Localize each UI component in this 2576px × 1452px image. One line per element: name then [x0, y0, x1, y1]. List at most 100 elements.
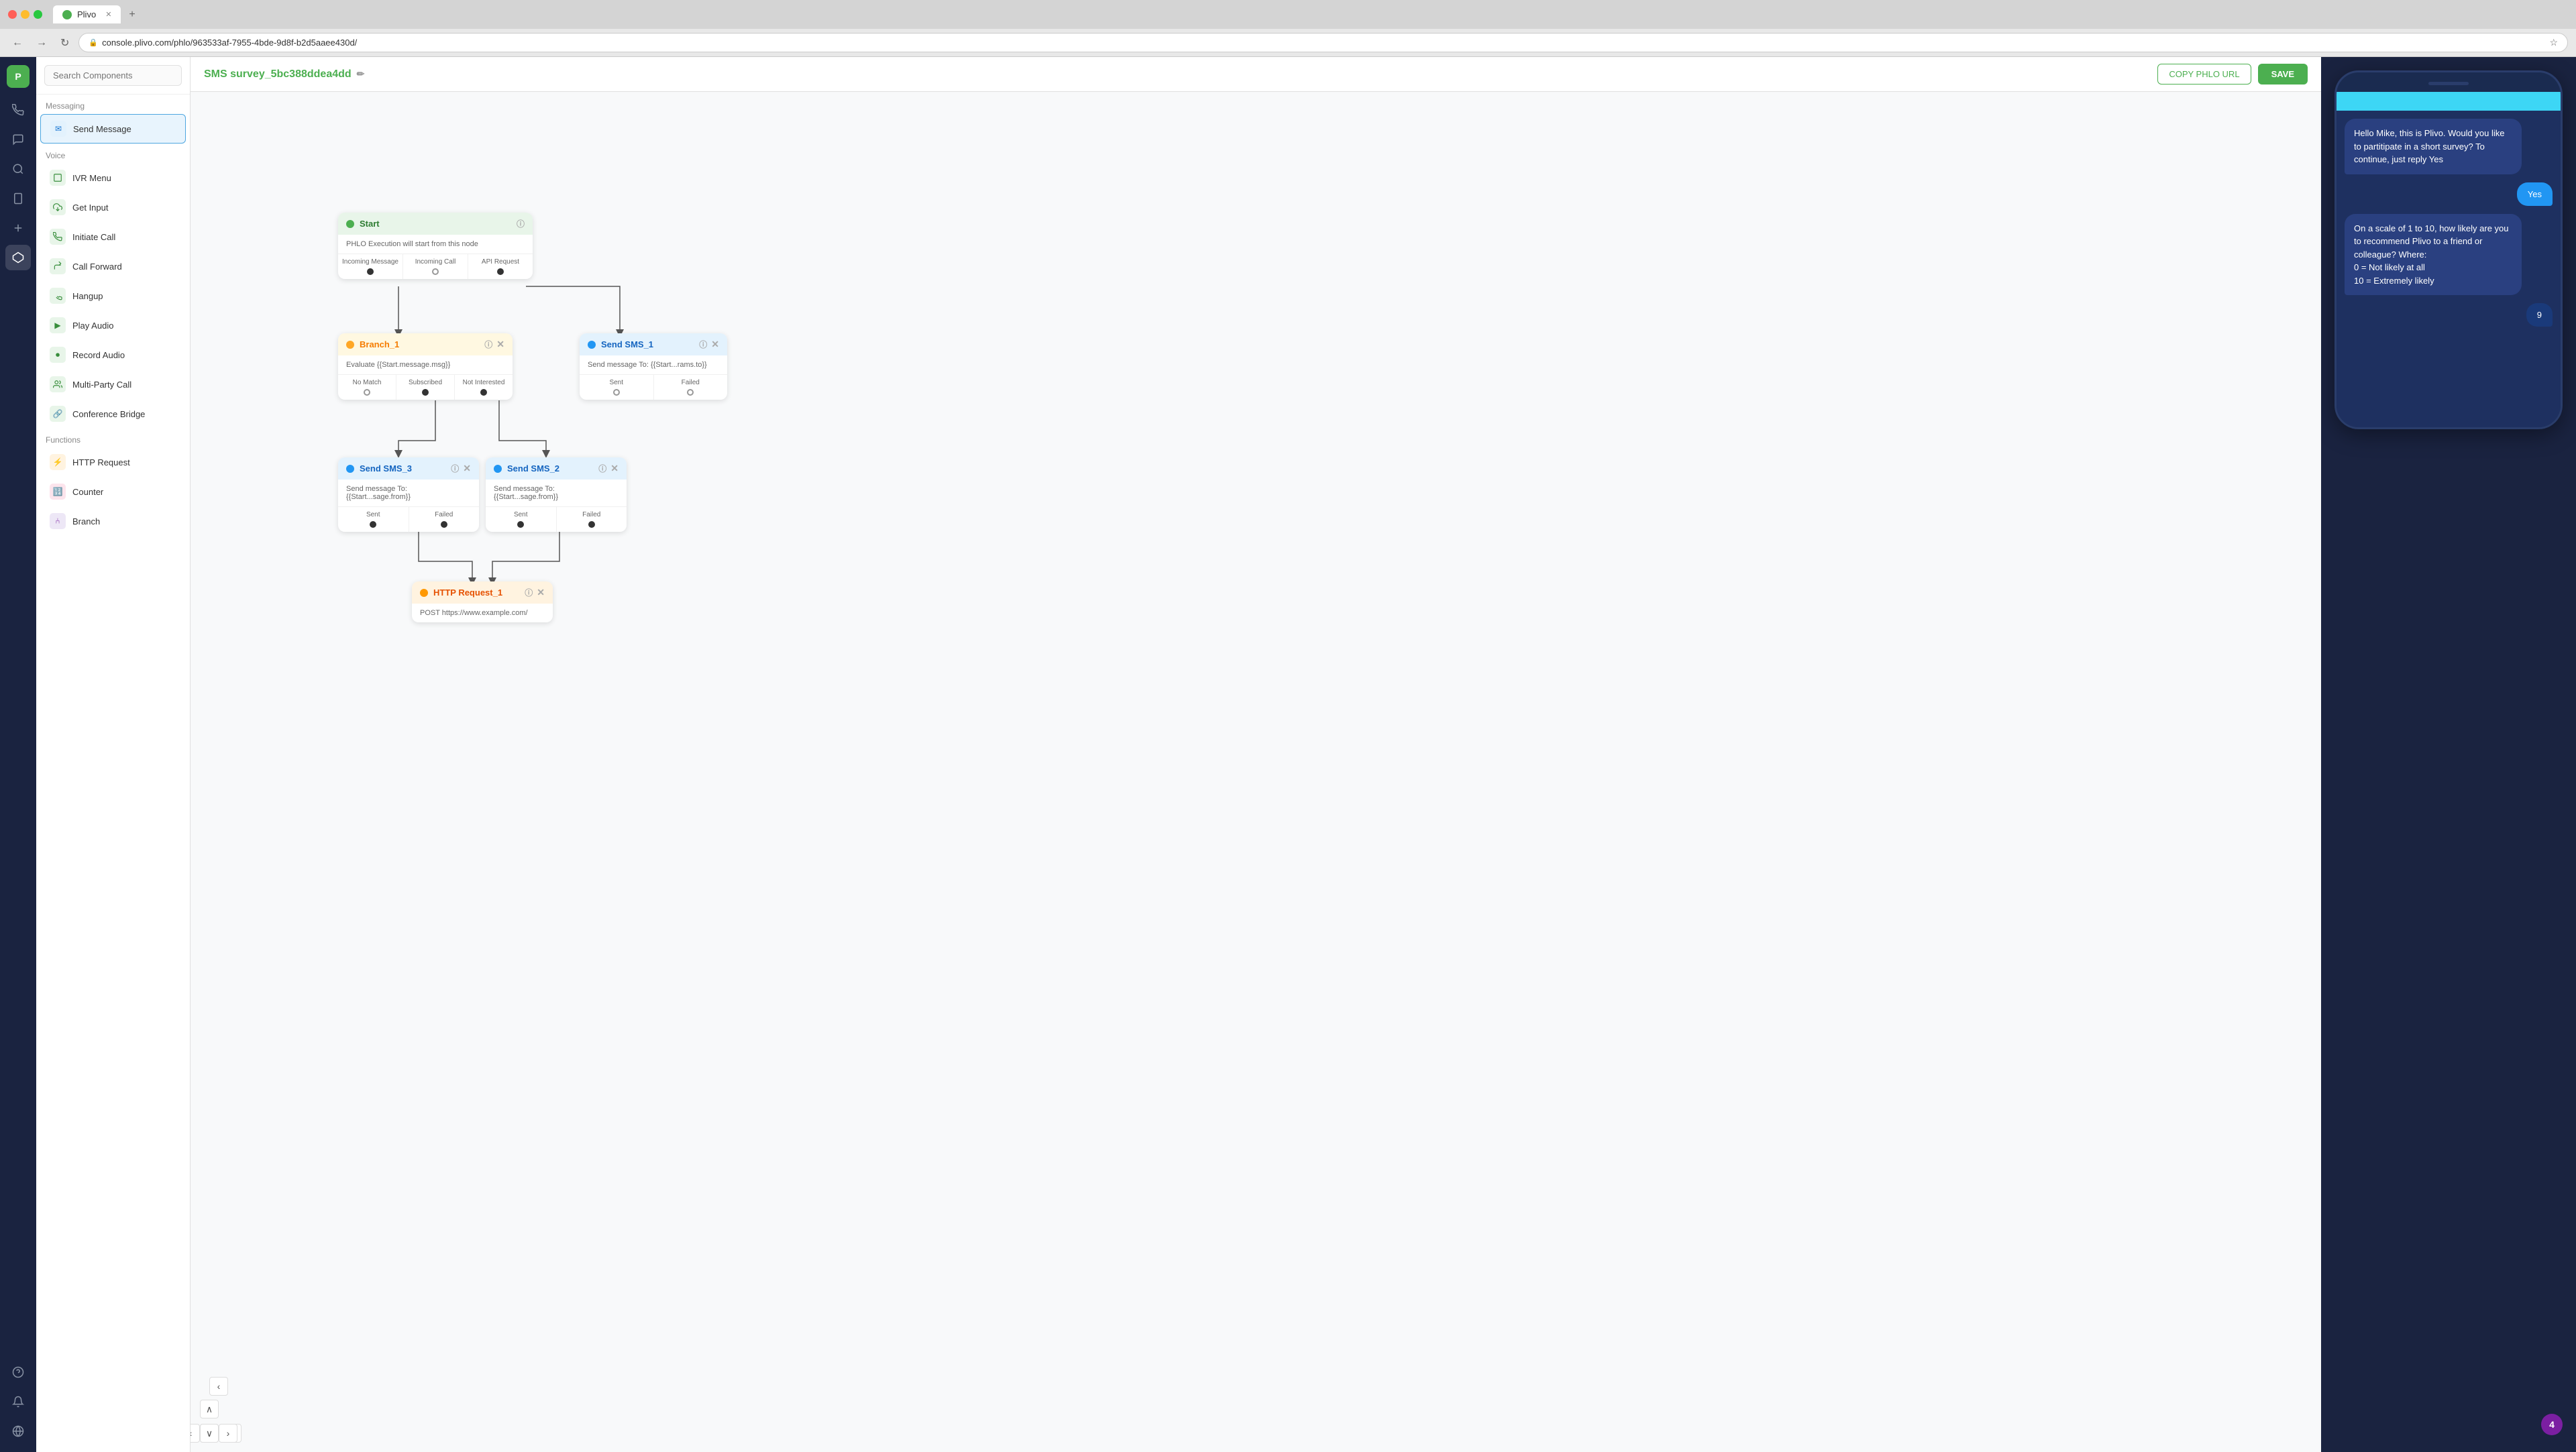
port-sms-2-failed[interactable]: Failed — [557, 507, 627, 532]
port-sms-3-sent-label: Sent — [366, 511, 380, 518]
component-send-message[interactable]: ✉ Send Message — [40, 114, 186, 144]
chat-message-3-text: On a scale of 1 to 10, how likely are yo… — [2354, 223, 2509, 286]
notification-badge-count: 4 — [2549, 1419, 2555, 1430]
sidebar-item-help[interactable] — [5, 1359, 31, 1385]
node-send-sms-1[interactable]: Send SMS_1 ⓘ ✕ Send message To: {{Start.… — [580, 333, 727, 400]
port-subscribed[interactable]: Subscribed — [396, 375, 455, 400]
send-sms-3-body: Send message To: {{Start...sage.from}} — [338, 480, 479, 506]
branch-1-info-icon[interactable]: ⓘ — [484, 339, 492, 350]
app-container: P Messaging — [0, 57, 2576, 1452]
sidebar-item-search[interactable] — [5, 156, 31, 182]
component-hangup[interactable]: Hangup — [40, 282, 186, 310]
send-sms-3-info-icon[interactable]: ⓘ — [451, 463, 459, 474]
sidebar-item-sms[interactable] — [5, 186, 31, 211]
component-multi-party-call[interactable]: Multi-Party Call — [40, 370, 186, 398]
port-api-request[interactable]: API Request — [468, 254, 533, 279]
sidebar-item-globe[interactable] — [5, 1418, 31, 1444]
sidebar-item-messages[interactable] — [5, 127, 31, 152]
nav-right-2-button[interactable]: › — [219, 1424, 237, 1443]
initiate-call-icon — [50, 229, 66, 245]
sidebar-item-phone[interactable] — [5, 97, 31, 123]
http-request-1-close-icon[interactable]: ✕ — [537, 587, 545, 598]
record-audio-icon: ⏺ — [50, 347, 66, 363]
browser-tab[interactable]: Plivo ✕ — [53, 5, 121, 23]
node-branch-1[interactable]: Branch_1 ⓘ ✕ Evaluate {{Start.message.ms… — [338, 333, 513, 400]
copy-url-button[interactable]: COPY PHLO URL — [2157, 64, 2251, 85]
browser-addressbar: ← → ↻ 🔒 console.plivo.com/phlo/963533af-… — [0, 29, 2576, 56]
sidebar-logo[interactable]: P — [7, 65, 30, 88]
port-incoming-message[interactable]: Incoming Message — [338, 254, 403, 279]
start-status-dot — [346, 220, 354, 228]
component-get-input[interactable]: Get Input — [40, 193, 186, 221]
start-description: PHLO Execution will start from this node — [346, 240, 478, 248]
component-panel: Messaging ✉ Send Message Voice IVR Menu … — [36, 57, 191, 1452]
component-counter[interactable]: 🔢 Counter — [40, 478, 186, 506]
component-conference-bridge[interactable]: 🔗 Conference Bridge — [40, 400, 186, 428]
send-sms-3-description: Send message To: {{Start...sage.from}} — [346, 485, 411, 501]
zoom-down-button[interactable]: ∨ — [200, 1424, 219, 1443]
functions-group-label: Functions — [36, 429, 190, 447]
node-send-sms-3[interactable]: Send SMS_3 ⓘ ✕ Send message To: {{Start.… — [338, 457, 479, 532]
port-sms-1-sent[interactable]: Sent — [580, 375, 654, 400]
send-sms-1-header: Send SMS_1 ⓘ ✕ — [580, 333, 727, 355]
conference-bridge-label: Conference Bridge — [72, 409, 145, 419]
send-sms-1-close-icon[interactable]: ✕ — [711, 339, 719, 350]
send-sms-2-close-icon[interactable]: ✕ — [610, 463, 619, 474]
port-api-request-label: API Request — [482, 258, 519, 266]
new-tab-button[interactable]: + — [129, 9, 135, 21]
send-sms-2-title: Send SMS_2 — [507, 463, 559, 473]
dot-yellow[interactable] — [21, 10, 30, 19]
port-sms-3-failed[interactable]: Failed — [409, 507, 480, 532]
nav-left-2-button[interactable]: ‹ — [191, 1424, 200, 1443]
port-sms-3-sent[interactable]: Sent — [338, 507, 409, 532]
node-send-sms-2[interactable]: Send SMS_2 ⓘ ✕ Send message To: {{Start.… — [486, 457, 627, 532]
port-sms-2-sent[interactable]: Sent — [486, 507, 557, 532]
refresh-button[interactable]: ↻ — [56, 35, 73, 51]
component-http-request[interactable]: ⚡ HTTP Request — [40, 448, 186, 476]
port-sms-2-failed-dot — [588, 521, 595, 528]
forward-button[interactable]: → — [32, 36, 51, 50]
port-not-interested[interactable]: Not Interested — [455, 375, 513, 400]
node-start[interactable]: Start ⓘ PHLO Execution will start from t… — [338, 213, 533, 279]
component-ivr-menu[interactable]: IVR Menu — [40, 164, 186, 192]
messaging-group-label: Messaging — [36, 95, 190, 113]
port-sms-1-failed[interactable]: Failed — [654, 375, 728, 400]
phlo-title-text: SMS survey_5bc388ddea4dd — [204, 68, 352, 80]
port-incoming-call[interactable]: Incoming Call — [403, 254, 468, 279]
nav-up-button[interactable]: ‹ — [209, 1377, 228, 1396]
component-play-audio[interactable]: ▶ Play Audio — [40, 311, 186, 339]
start-info-icon[interactable]: ⓘ — [517, 218, 525, 229]
notification-badge[interactable]: 4 — [2541, 1414, 2563, 1435]
save-button[interactable]: SAVE — [2258, 64, 2308, 85]
phlo-title: SMS survey_5bc388ddea4dd ✏ — [204, 68, 364, 80]
component-branch[interactable]: ⑃ Branch — [40, 507, 186, 535]
dot-red[interactable] — [8, 10, 17, 19]
flow-canvas[interactable]: Start ⓘ PHLO Execution will start from t… — [191, 92, 2321, 1452]
sidebar-item-add[interactable] — [5, 215, 31, 241]
address-bar[interactable]: 🔒 console.plivo.com/phlo/963533af-7955-4… — [78, 33, 2568, 52]
back-button[interactable]: ← — [8, 36, 27, 50]
send-sms-2-status-dot — [494, 465, 502, 473]
component-initiate-call[interactable]: Initiate Call — [40, 223, 186, 251]
bookmark-icon[interactable]: ☆ — [2549, 37, 2558, 48]
component-record-audio[interactable]: ⏺ Record Audio — [40, 341, 186, 369]
search-input[interactable] — [44, 65, 182, 86]
zoom-up-button[interactable]: ∧ — [200, 1400, 219, 1418]
send-sms-2-info-icon[interactable]: ⓘ — [598, 463, 606, 474]
edit-title-icon[interactable]: ✏ — [357, 68, 365, 80]
branch-label: Branch — [72, 516, 100, 526]
send-sms-3-title: Send SMS_3 — [360, 463, 412, 473]
phone-screen: Hello Mike, this is Plivo. Would you lik… — [2337, 92, 2561, 427]
sidebar-item-flow[interactable] — [5, 245, 31, 270]
branch-1-close-icon[interactable]: ✕ — [496, 339, 504, 350]
dot-green[interactable] — [34, 10, 42, 19]
node-http-request-1[interactable]: HTTP Request_1 ⓘ ✕ POST https://www.exam… — [412, 581, 553, 622]
tab-close-button[interactable]: ✕ — [105, 10, 111, 19]
component-call-forward[interactable]: Call Forward — [40, 252, 186, 280]
send-sms-1-info-icon[interactable]: ⓘ — [699, 339, 707, 350]
port-no-match[interactable]: No Match — [338, 375, 396, 400]
port-sms-2-failed-label: Failed — [582, 511, 600, 518]
send-sms-3-close-icon[interactable]: ✕ — [463, 463, 471, 474]
sidebar-item-notification[interactable] — [5, 1389, 31, 1414]
http-request-1-info-icon[interactable]: ⓘ — [525, 587, 533, 598]
